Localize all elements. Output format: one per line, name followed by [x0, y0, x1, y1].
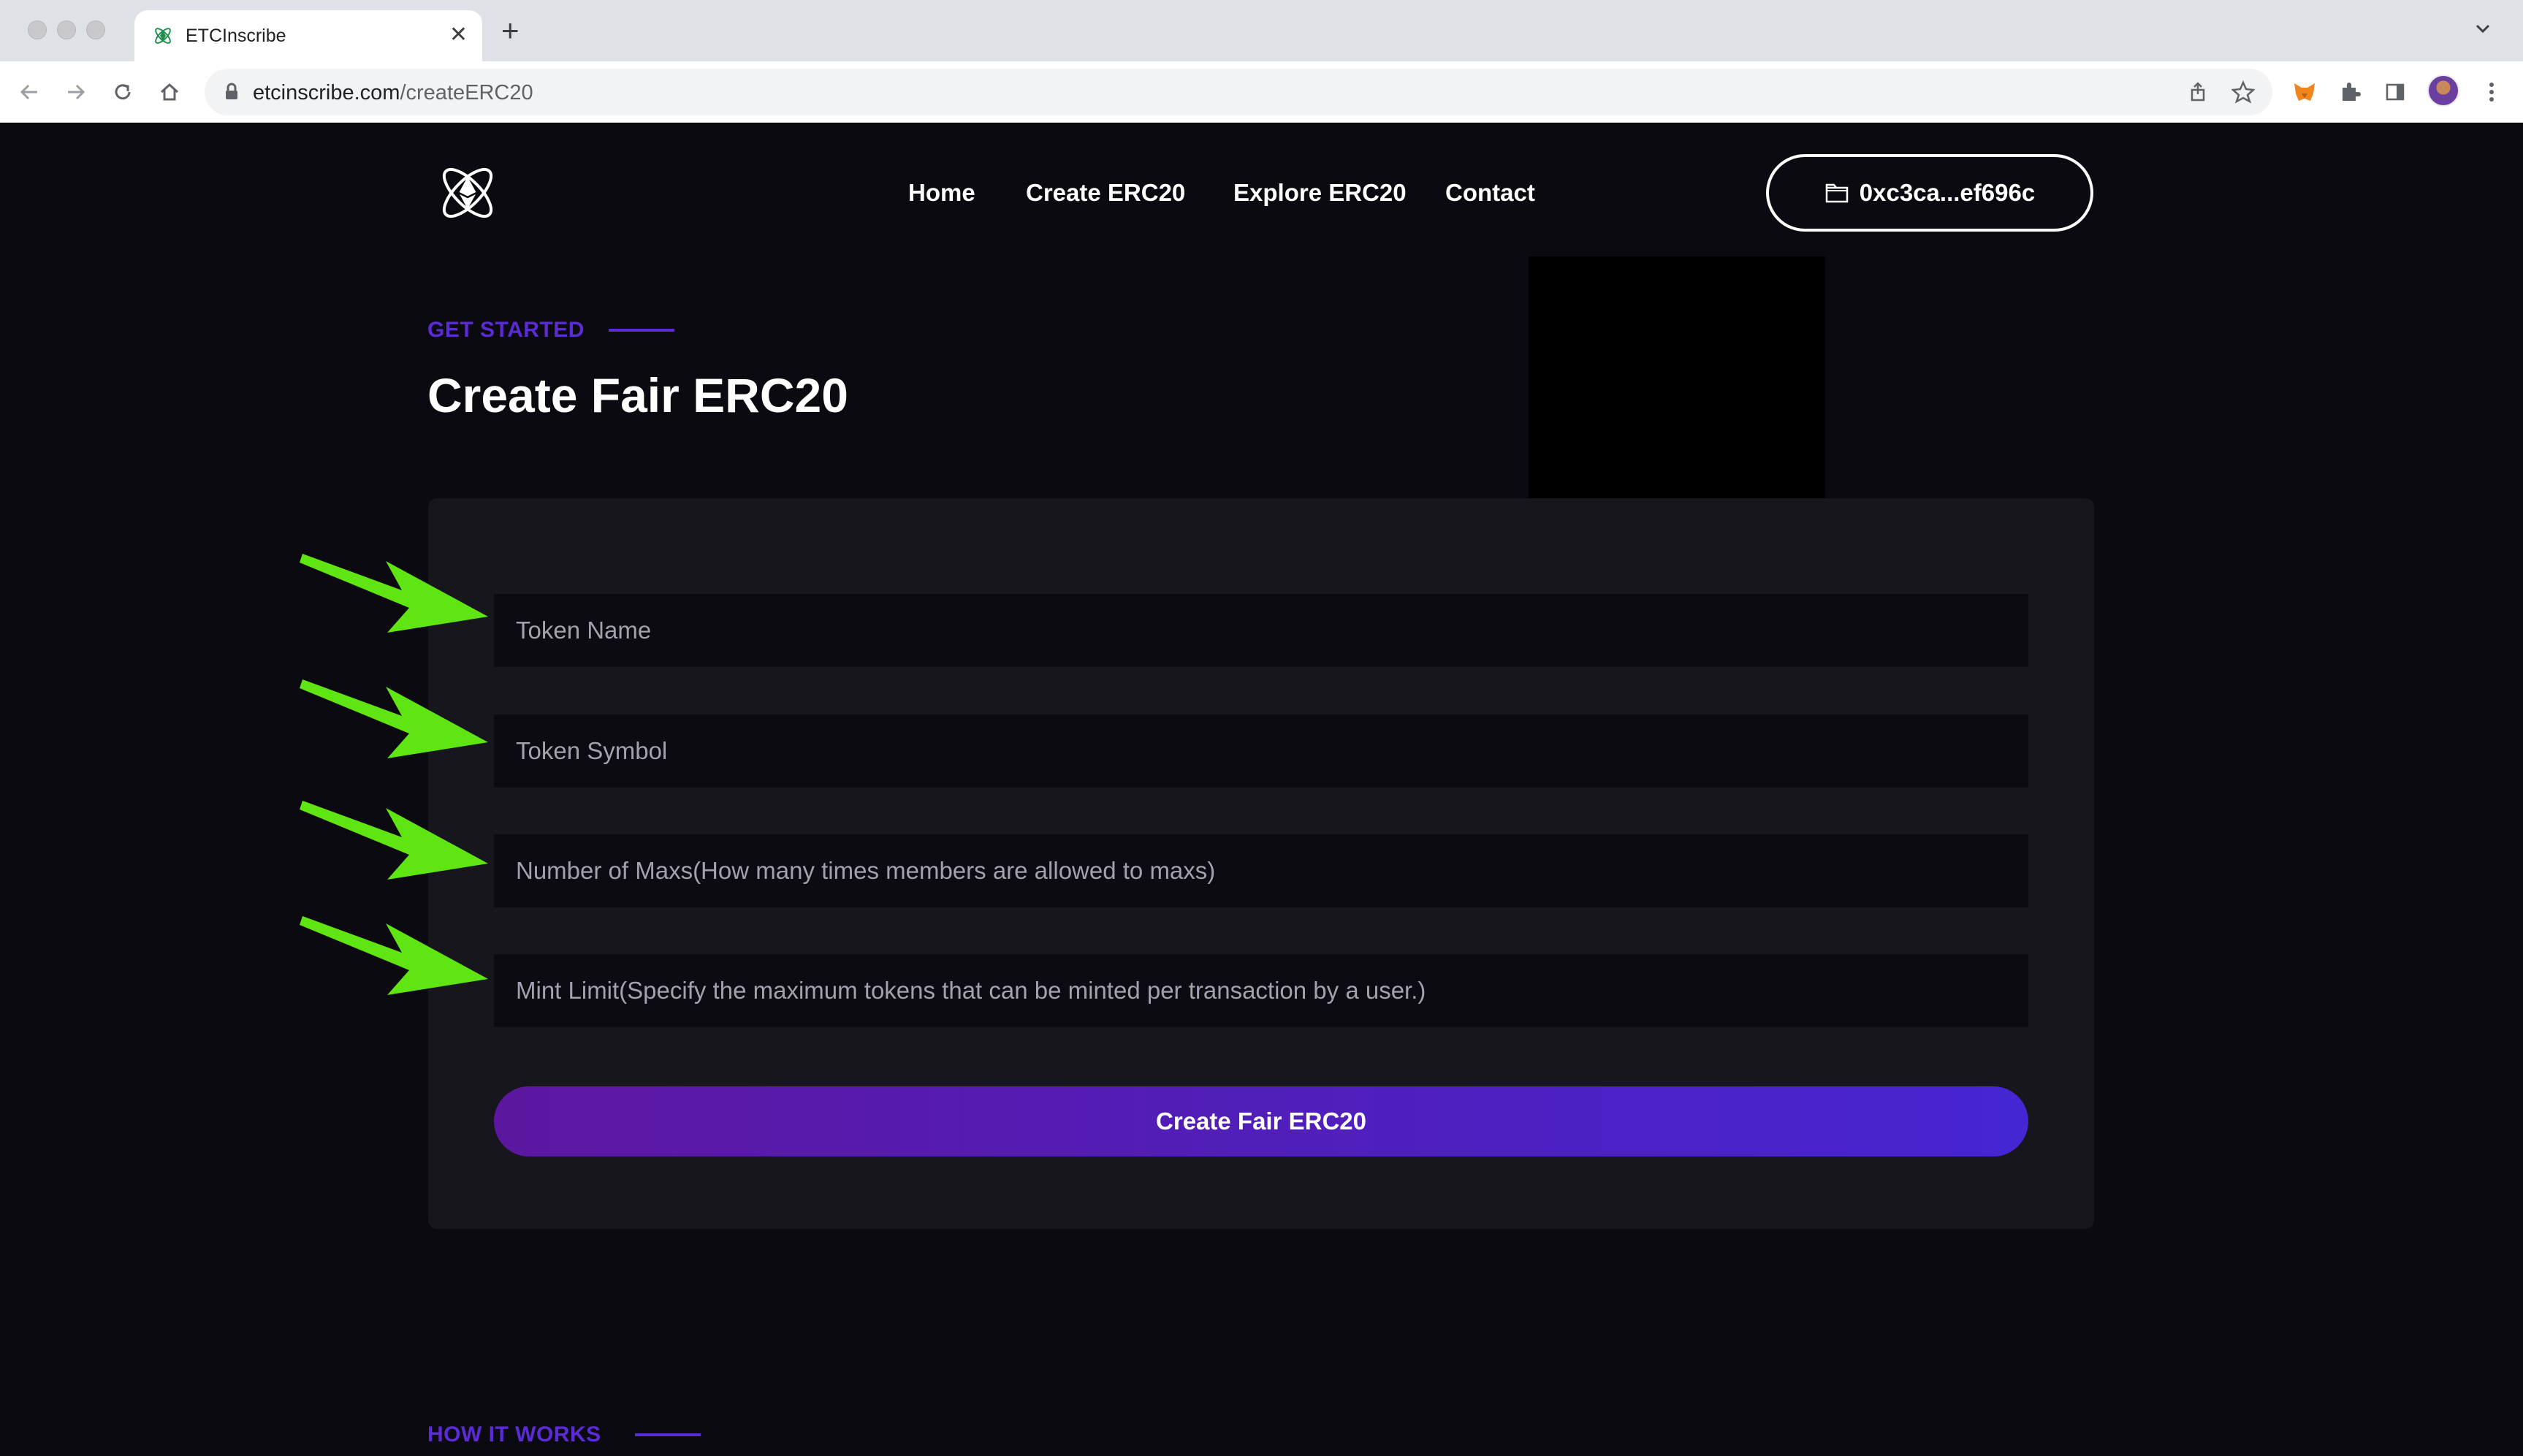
max-count-input[interactable]	[494, 834, 2028, 907]
token-name-input[interactable]	[494, 594, 2028, 667]
url-path: /createERC20	[400, 81, 533, 104]
nav-contact[interactable]: Contact	[1445, 178, 1535, 207]
url-domain: etcinscribe.com	[253, 81, 400, 104]
share-icon[interactable]	[2185, 79, 2211, 105]
extensions-puzzle-icon[interactable]	[2335, 77, 2364, 107]
eyebrow-divider	[635, 1433, 701, 1436]
forward-arrow-icon[interactable]	[61, 77, 91, 107]
reload-icon[interactable]	[108, 77, 137, 107]
mint-limit-input[interactable]	[494, 954, 2028, 1027]
wallet-connect-button[interactable]: 0xc3ca...ef696c	[1766, 154, 2093, 232]
section-eyebrow-how-it-works: HOW IT WORKS	[427, 1422, 601, 1447]
window-zoom-dot[interactable]	[86, 20, 105, 39]
side-panel-icon[interactable]	[2381, 77, 2410, 107]
site-favicon-icon	[155, 28, 171, 44]
tab-title: ETCInscribe	[186, 26, 286, 46]
nav-home[interactable]: Home	[908, 178, 975, 207]
page-content: Home Create ERC20 Explore ERC20 Contact …	[0, 123, 2523, 1456]
browser-tab-active[interactable]: ETCInscribe ✕	[134, 10, 482, 61]
redacted-region	[1529, 256, 1825, 528]
annotation-arrow-icon	[300, 916, 488, 995]
section-eyebrow-get-started: GET STARTED	[427, 318, 585, 342]
etcinscribe-logo-icon[interactable]	[434, 159, 501, 226]
tab-close-icon[interactable]: ✕	[449, 22, 468, 48]
nav-explore-erc20[interactable]: Explore ERC20	[1233, 178, 1407, 207]
page-title: Create Fair ERC20	[427, 368, 848, 422]
back-arrow-icon[interactable]	[15, 77, 44, 107]
annotation-arrow-icon	[300, 554, 488, 633]
eyebrow-divider	[609, 329, 674, 332]
token-symbol-input[interactable]	[494, 714, 2028, 788]
browser-menu-icon[interactable]	[2477, 77, 2506, 107]
browser-toolbar: etcinscribe.com/createERC20	[0, 61, 2523, 123]
annotation-arrow-icon	[300, 801, 488, 880]
lock-icon	[226, 83, 237, 99]
create-fair-erc20-button[interactable]: Create Fair ERC20	[494, 1086, 2028, 1156]
url-text: etcinscribe.com/createERC20	[253, 81, 533, 104]
window-minimize-dot[interactable]	[57, 20, 76, 39]
wallet-icon	[1825, 183, 1849, 203]
window-close-dot[interactable]	[28, 20, 47, 39]
annotation-arrow-icon	[300, 679, 488, 758]
home-icon[interactable]	[155, 77, 184, 107]
nav-create-erc20[interactable]: Create ERC20	[1026, 178, 1185, 207]
tab-search-chevron-icon[interactable]	[2472, 18, 2494, 39]
browser-tab-strip: ETCInscribe ✕ +	[0, 0, 2523, 61]
bookmark-star-icon[interactable]	[2230, 79, 2256, 105]
wallet-address: 0xc3ca...ef696c	[1859, 179, 2036, 206]
profile-avatar[interactable]	[2427, 75, 2459, 107]
metamask-extension-icon[interactable]	[2290, 77, 2319, 107]
new-tab-button[interactable]: +	[501, 15, 520, 46]
address-bar[interactable]: etcinscribe.com/createERC20	[205, 69, 2272, 115]
